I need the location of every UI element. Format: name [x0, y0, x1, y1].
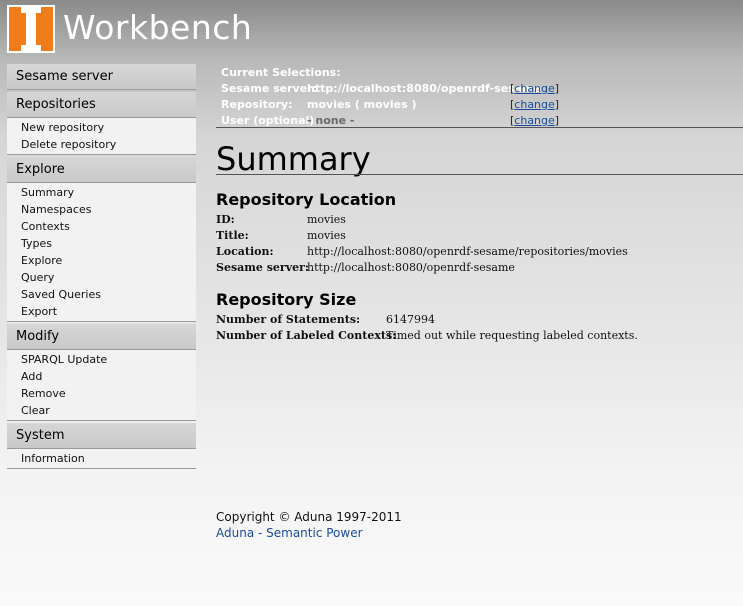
server-value: http://localhost:8080/openrdf-sesame	[307, 82, 542, 95]
main-content: Current Selections: Sesame server: http:…	[216, 64, 743, 342]
app-title: Workbench	[63, 8, 253, 47]
sidebar-item-explore[interactable]: Explore	[7, 252, 196, 269]
id-value: movies	[307, 213, 346, 226]
location-label: Location:	[216, 245, 274, 258]
change-server-button[interactable]: change	[514, 82, 554, 95]
repository-value: movies ( movies )	[307, 98, 417, 111]
header: Workbench	[0, 0, 743, 60]
sidebar-item-delete-repository[interactable]: Delete repository	[7, 136, 196, 153]
sidebar-heading-repositories: Repositories	[7, 92, 196, 118]
id-label: ID:	[216, 213, 235, 226]
workbench-logo-icon[interactable]	[7, 5, 55, 53]
sidebar-group-modify: SPARQL Update Add Remove Clear	[7, 350, 196, 421]
sidebar-item-sparql-update[interactable]: SPARQL Update	[7, 351, 196, 368]
sidebar-item-add[interactable]: Add	[7, 368, 196, 385]
repository-size-heading: Repository Size	[216, 290, 357, 309]
sidebar-heading-system: System	[7, 423, 196, 449]
sidebar-item-export[interactable]: Export	[7, 303, 196, 320]
sidebar-item-saved-queries[interactable]: Saved Queries	[7, 286, 196, 303]
sidebar-heading-explore: Explore	[7, 157, 196, 183]
sidebar-item-contexts[interactable]: Contexts	[7, 218, 196, 235]
location-value: http://localhost:8080/openrdf-sesame/rep…	[307, 245, 628, 258]
sidebar-heading-modify: Modify	[7, 324, 196, 350]
change-server-link: [change]	[510, 82, 560, 95]
sidebar-item-namespaces[interactable]: Namespaces	[7, 201, 196, 218]
sidebar-item-remove[interactable]: Remove	[7, 385, 196, 402]
sidebar-item-query[interactable]: Query	[7, 269, 196, 286]
repository-label: Repository:	[221, 98, 293, 111]
change-repository-button[interactable]: change	[514, 98, 554, 111]
contexts-value: Timed out while requesting labeled conte…	[386, 329, 638, 342]
sidebar-nav: Sesame server Repositories New repositor…	[7, 64, 196, 469]
sidebar-item-new-repository[interactable]: New repository	[7, 119, 196, 136]
sidebar-item-types[interactable]: Types	[7, 235, 196, 252]
sidebar-group-system: Information	[7, 449, 196, 469]
contexts-label: Number of Labeled Contexts:	[216, 329, 397, 342]
location-server-value: http://localhost:8080/openrdf-sesame	[307, 261, 515, 274]
sidebar-item-information[interactable]: Information	[7, 450, 196, 467]
statements-value: 6147994	[386, 313, 435, 326]
footer-copyright: Copyright © Aduna 1997-2011	[216, 510, 402, 524]
sidebar-item-clear[interactable]: Clear	[7, 402, 196, 419]
page-title: Summary	[216, 140, 371, 178]
current-selections: Current Selections: Sesame server: http:…	[216, 64, 743, 128]
sidebar-group-repositories: New repository Delete repository	[7, 118, 196, 155]
footer-aduna-link[interactable]: Aduna - Semantic Power	[216, 526, 363, 540]
repository-location-heading: Repository Location	[216, 190, 397, 209]
selections-heading: Current Selections:	[221, 66, 341, 79]
title-label: Title:	[216, 229, 249, 242]
change-user-button[interactable]: change	[514, 114, 554, 127]
location-server-label: Sesame server:	[216, 261, 309, 274]
statements-label: Number of Statements:	[216, 313, 361, 326]
sidebar-group-explore: Summary Namespaces Contexts Types Explor…	[7, 183, 196, 322]
title-value: movies	[307, 229, 346, 242]
selections-divider	[216, 127, 743, 128]
server-label: Sesame server:	[221, 82, 317, 95]
sidebar-item-summary[interactable]: Summary	[7, 184, 196, 201]
change-repository-link: [change]	[510, 98, 560, 111]
sidebar-sesame-server[interactable]: Sesame server	[7, 64, 196, 90]
title-divider	[216, 174, 743, 175]
